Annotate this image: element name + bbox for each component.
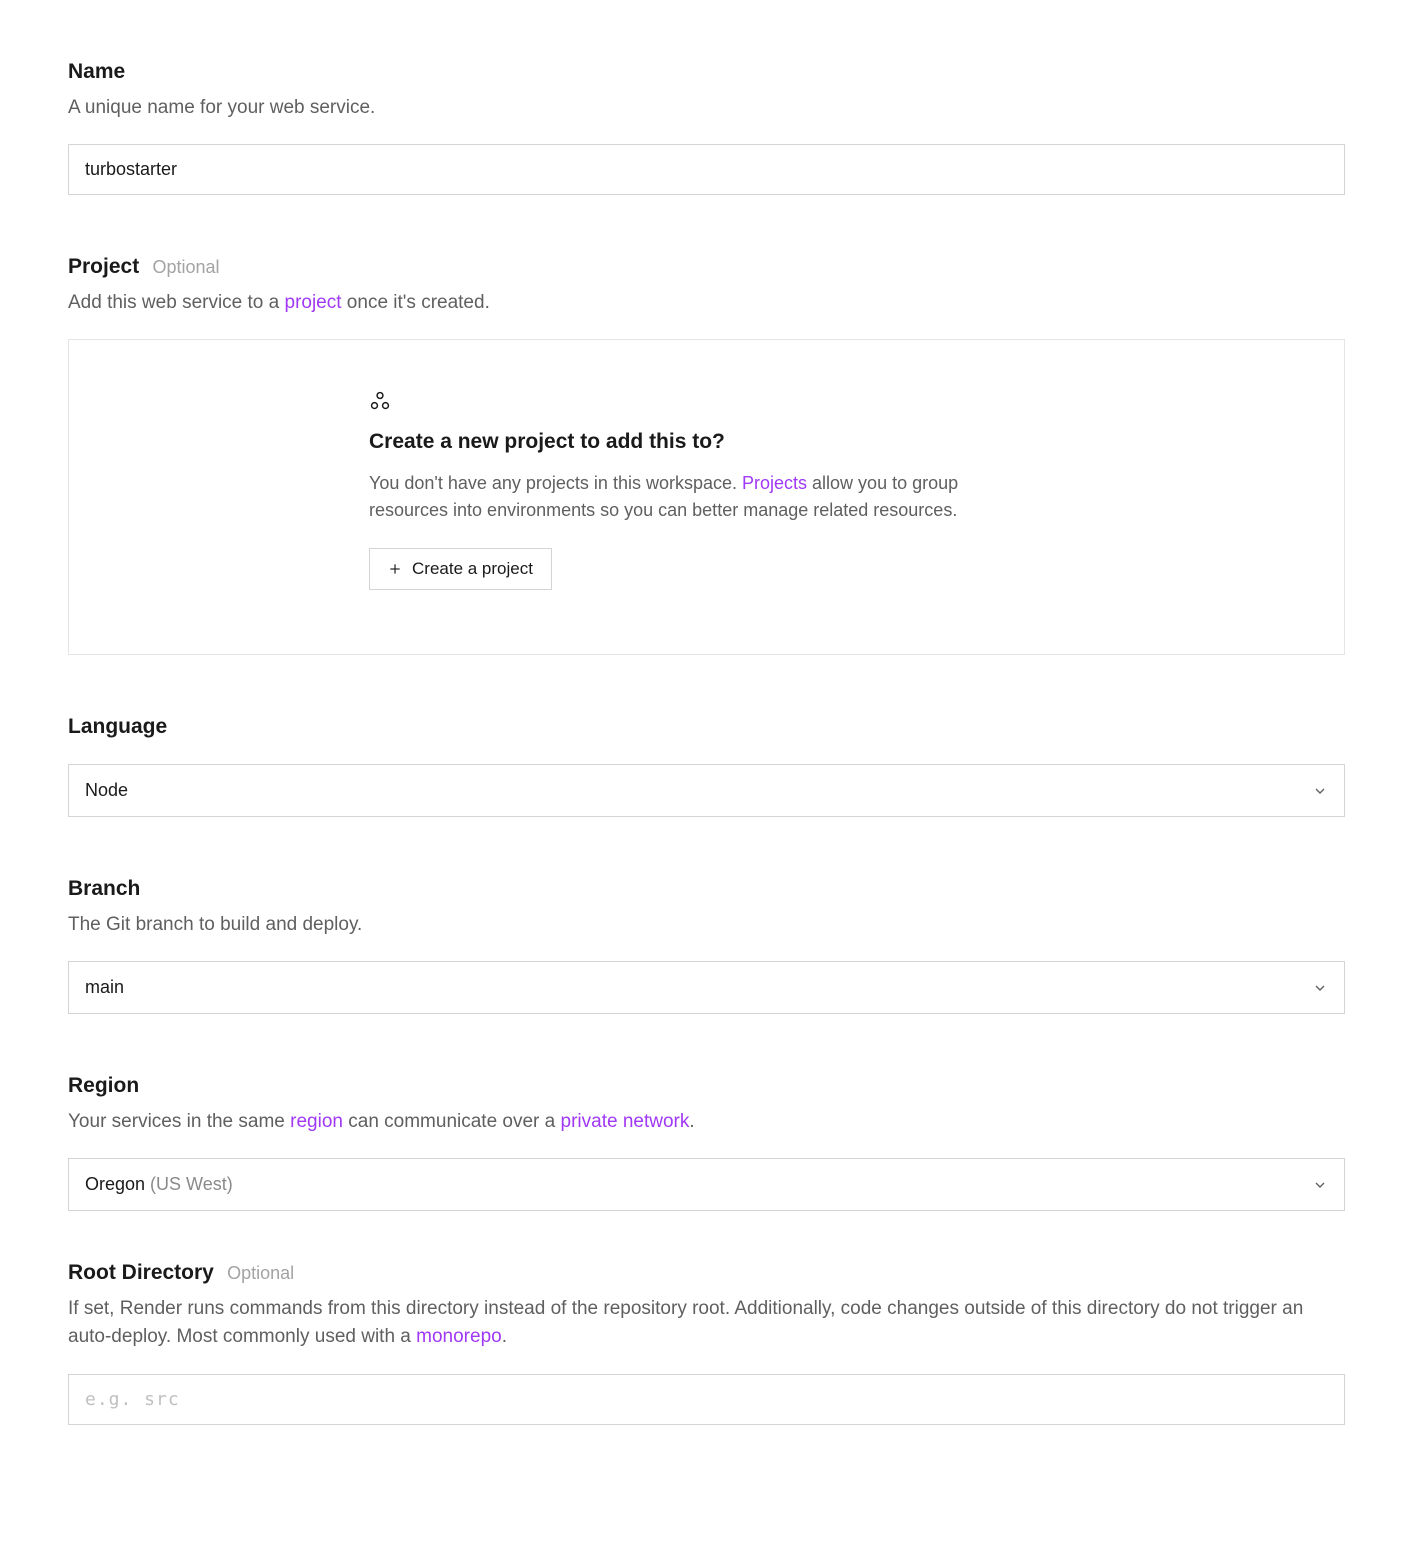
name-description: A unique name for your web service. [68,94,1345,123]
project-optional: Optional [152,257,219,277]
language-select[interactable]: Node [68,764,1345,817]
project-label: Project [68,255,139,278]
region-subvalue: (US West) [145,1174,233,1194]
root-directory-description: If set, Render runs commands from this d… [68,1295,1345,1352]
project-panel: Create a new project to add this to? You… [68,339,1345,655]
project-description: Add this web service to a project once i… [68,289,1345,318]
branch-description: The Git branch to build and deploy. [68,911,1345,940]
root-directory-label: Root Directory [68,1261,214,1284]
project-icon [369,390,391,412]
branch-value: main [85,974,124,1001]
plus-icon [388,562,402,576]
private-network-link[interactable]: private network [561,1111,690,1132]
root-directory-optional: Optional [227,1263,294,1283]
name-input[interactable] [68,144,1345,195]
chevron-down-icon [1312,980,1328,996]
region-description: Your services in the same region can com… [68,1108,1345,1137]
region-link[interactable]: region [290,1111,343,1132]
region-section: Region Your services in the same region … [68,1070,1345,1211]
name-section: Name A unique name for your web service. [68,56,1345,195]
project-link[interactable]: project [285,292,342,313]
language-section: Language Node [68,711,1345,818]
branch-select[interactable]: main [68,961,1345,1014]
create-project-label: Create a project [412,559,533,579]
branch-section: Branch The Git branch to build and deplo… [68,873,1345,1014]
chevron-down-icon [1312,1177,1328,1193]
root-directory-section: Root Directory Optional If set, Render r… [68,1257,1345,1425]
project-panel-description: You don't have any projects in this work… [369,470,1009,524]
language-value: Node [85,777,128,804]
chevron-down-icon [1312,783,1328,799]
projects-link[interactable]: Projects [742,473,807,493]
language-label: Language [68,715,167,738]
root-directory-input[interactable] [68,1374,1345,1425]
monorepo-link[interactable]: monorepo [416,1326,502,1347]
create-project-button[interactable]: Create a project [369,548,552,590]
project-section: Project Optional Add this web service to… [68,251,1345,655]
project-panel-title: Create a new project to add this to? [369,426,1304,458]
name-label: Name [68,60,125,83]
region-value: Oregon [85,1174,145,1194]
branch-label: Branch [68,877,140,900]
region-select[interactable]: Oregon (US West) [68,1158,1345,1211]
region-label: Region [68,1074,139,1097]
